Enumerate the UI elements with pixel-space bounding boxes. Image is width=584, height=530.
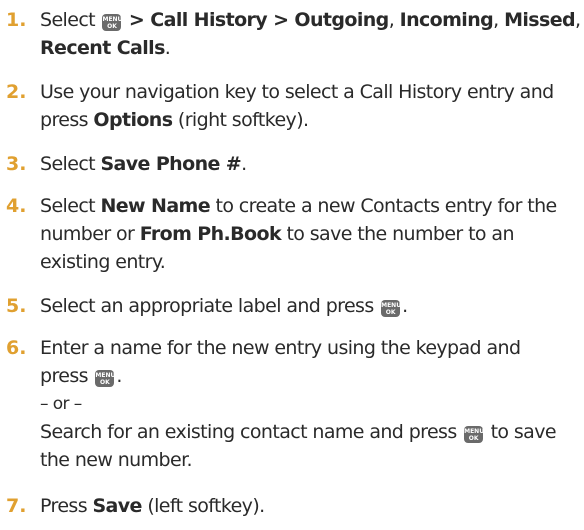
options-label: Options <box>93 109 173 131</box>
step-number: 4. <box>6 195 27 217</box>
step-number: 1. <box>6 9 27 31</box>
step-number: 2. <box>6 81 27 103</box>
save-phone-label: Save Phone # <box>100 153 242 175</box>
menu-path: > Call History > Outgoing <box>128 9 389 31</box>
step-number: 3. <box>6 153 27 175</box>
menu-ok-key-icon: MENU OK <box>381 300 402 317</box>
menu-ok-key-icon: MENU OK <box>102 14 123 31</box>
step-number: 6. <box>6 337 27 359</box>
instructions-page: 1. Select MENU OK > Call History > Outgoi… <box>0 0 584 530</box>
missed-label: Missed <box>504 9 576 31</box>
step-number: 5. <box>6 295 27 317</box>
menu-ok-key-icon: MENU OK <box>464 426 485 443</box>
recent-calls-label: Recent Calls <box>40 37 165 59</box>
from-phbook-label: From Ph.Book <box>139 223 282 245</box>
step-number: 7. <box>6 495 27 517</box>
new-name-label: New Name <box>100 195 211 217</box>
incoming-label: Incoming <box>399 9 494 31</box>
or-separator: – or – <box>40 394 82 414</box>
save-label: Save <box>92 495 142 517</box>
menu-ok-key-icon: MENU OK <box>95 370 116 387</box>
